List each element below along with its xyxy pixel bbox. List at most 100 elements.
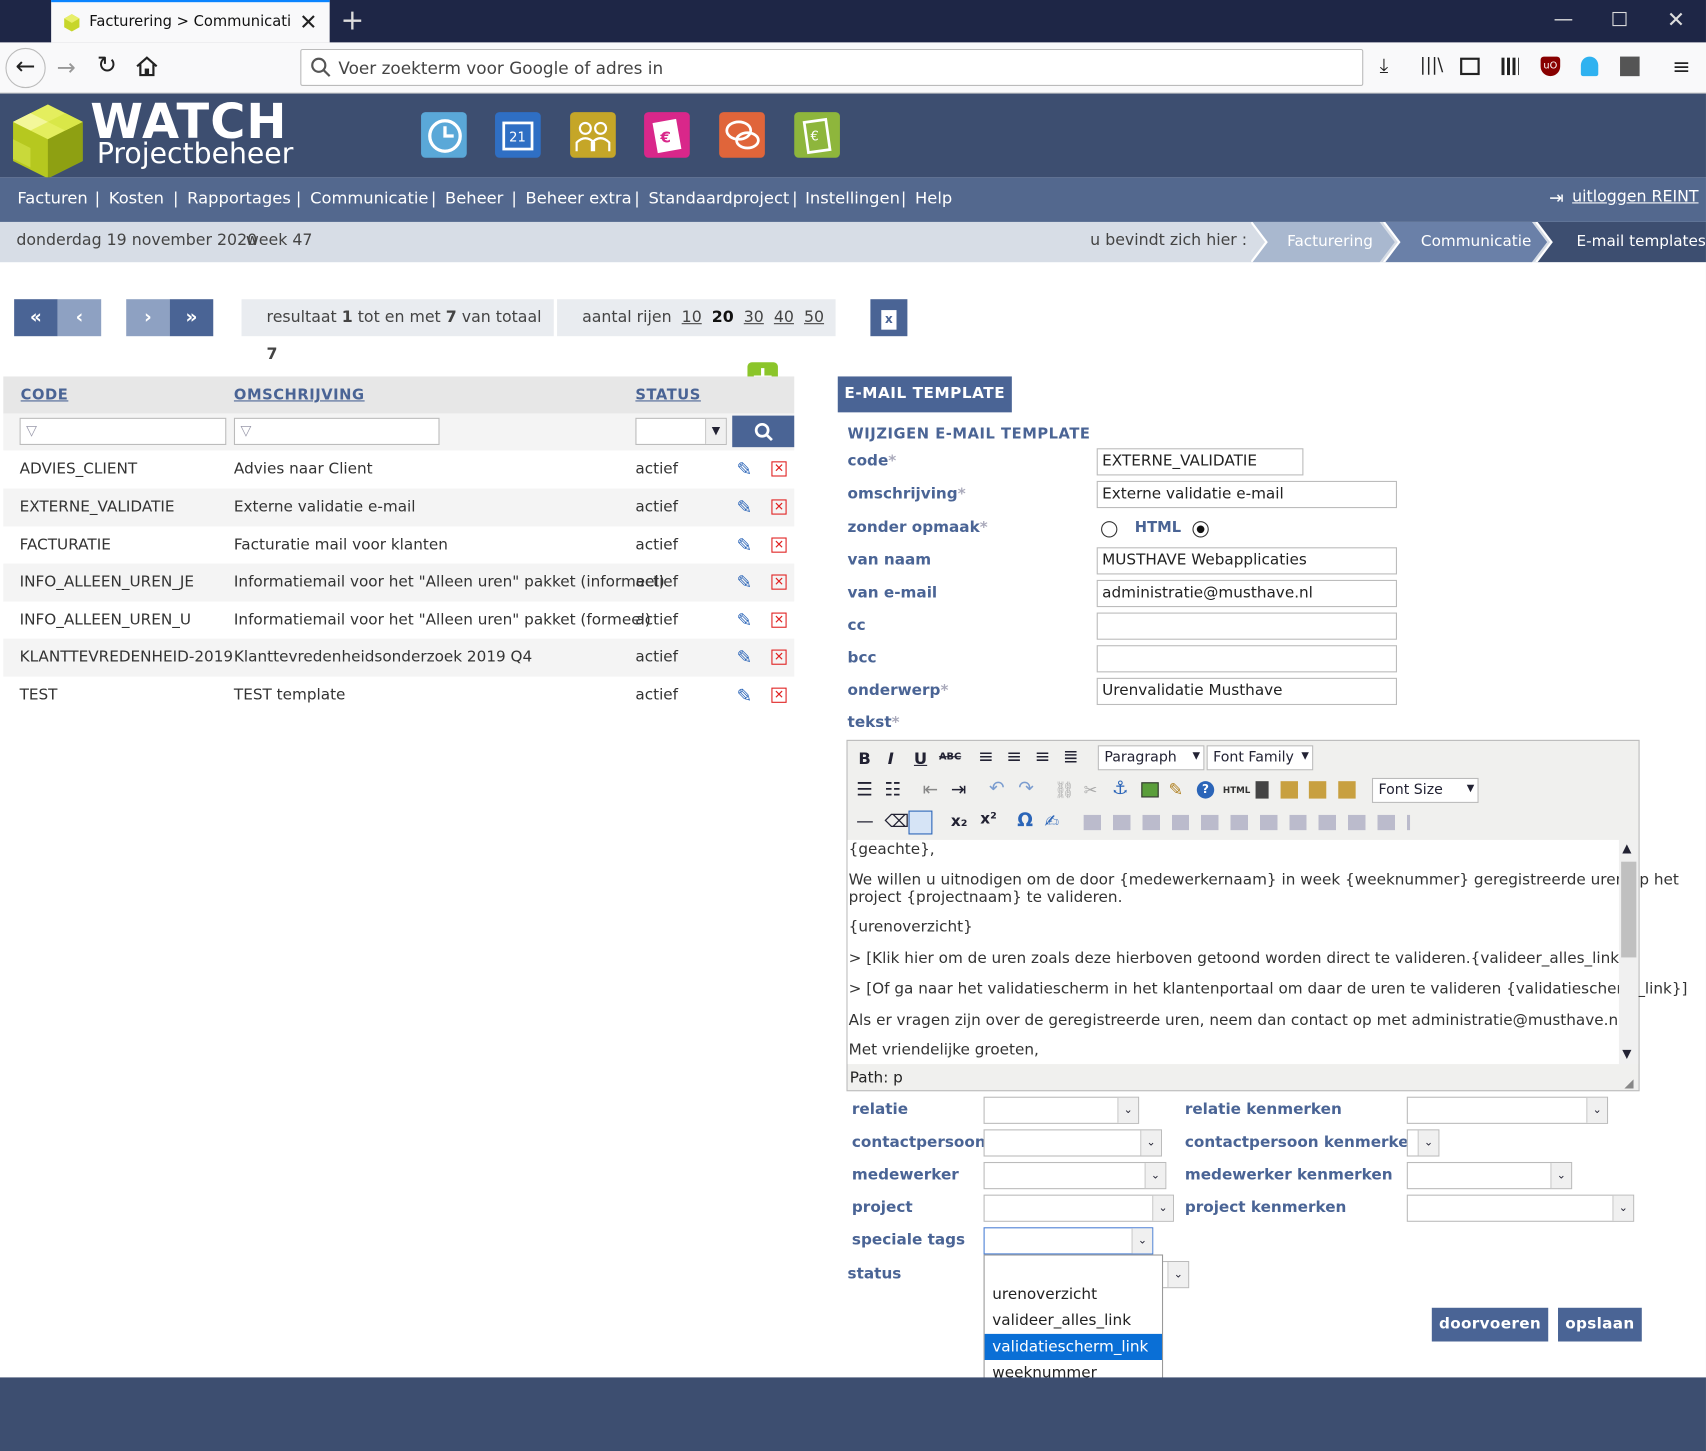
dropdown-option[interactable] — [985, 1256, 1162, 1282]
strikethrough-icon[interactable]: ABC — [939, 752, 961, 763]
edit-icon[interactable]: ✎ — [737, 648, 753, 670]
minimize-icon[interactable]: — — [1554, 8, 1574, 31]
search-button[interactable] — [732, 415, 795, 448]
edit-icon[interactable]: ✎ — [737, 685, 753, 707]
extension-icon[interactable] — [1620, 56, 1640, 77]
calendar-module-icon[interactable]: 21 — [495, 112, 541, 158]
ublock-icon[interactable]: uO — [1540, 56, 1561, 77]
description-filter-input[interactable]: ▽ — [233, 417, 440, 445]
window-close-icon[interactable]: ✕ — [1667, 7, 1685, 33]
table-row[interactable]: ADVIES_CLIENT Advies naar Client actief … — [3, 450, 795, 489]
library-icon[interactable]: |||\ — [1420, 54, 1443, 75]
paste-text-icon[interactable] — [1308, 781, 1327, 799]
italic-icon[interactable]: I — [888, 749, 894, 769]
media-icon[interactable] — [1255, 781, 1269, 799]
last-page-button[interactable]: » — [169, 299, 214, 337]
breadcrumb-item-communicatie[interactable]: Communicatie — [1421, 222, 1531, 262]
menu-item-beheer-extra[interactable]: Beheer extra — [526, 188, 632, 208]
breadcrumb-item-facturering[interactable]: Facturering — [1287, 222, 1373, 262]
plain-text-radio[interactable] — [1101, 521, 1118, 538]
back-icon[interactable]: ← — [5, 47, 46, 89]
paste-word-icon[interactable] — [1338, 781, 1356, 799]
rows-option-40[interactable]: 40 — [774, 309, 794, 326]
browser-tab[interactable]: Facturering > Communicatie > ✕ — [51, 0, 330, 43]
font-family-select[interactable]: Font Family ▼ — [1206, 745, 1314, 771]
ghostery-icon[interactable] — [1580, 56, 1599, 77]
indent-icon[interactable]: ⇥ — [951, 779, 967, 801]
underline-icon[interactable]: U — [914, 749, 927, 769]
dropdown-option[interactable]: valideer_alles_link — [985, 1308, 1162, 1334]
menu-item-beheer[interactable]: Beheer — [445, 188, 503, 208]
dropdown-option[interactable]: urenoverzicht — [985, 1282, 1162, 1308]
column-header-code[interactable]: CODE — [21, 386, 69, 403]
paste-icon[interactable] — [1280, 781, 1298, 799]
edit-icon[interactable]: ✎ — [737, 497, 753, 519]
code-input[interactable]: EXTERNE_VALIDATIE — [1096, 448, 1304, 476]
menu-item-help[interactable]: Help — [915, 188, 952, 208]
tab-close-icon[interactable]: ✕ — [299, 9, 317, 35]
menu-item-communicatie[interactable]: Communicatie — [310, 188, 428, 208]
logout-icon[interactable]: ⇥ — [1549, 187, 1564, 208]
html-source-icon[interactable]: HTML — [1223, 786, 1250, 796]
new-tab-icon[interactable]: + — [341, 4, 365, 37]
forward-icon[interactable]: → — [57, 54, 76, 80]
unlink-icon[interactable]: ✂ — [1084, 780, 1098, 800]
contactpersoon-kenmerken-select[interactable]: ⌄ — [1406, 1129, 1440, 1157]
delete-icon[interactable]: ✕ — [771, 574, 787, 590]
status-filter-select[interactable]: ▼ — [635, 417, 727, 445]
chat-module-icon[interactable] — [719, 112, 765, 158]
image-icon[interactable] — [1141, 782, 1159, 798]
menu-item-facturen[interactable]: Facturen — [17, 188, 87, 208]
sidebar-icon[interactable] — [1460, 57, 1480, 76]
rows-option-30[interactable]: 30 — [744, 309, 764, 326]
people-module-icon[interactable] — [570, 112, 616, 158]
align-center-icon[interactable]: ≡ — [1006, 746, 1022, 768]
rows-option-10[interactable]: 10 — [682, 309, 702, 326]
home-icon[interactable] — [135, 55, 159, 77]
edit-icon[interactable]: ✎ — [737, 610, 753, 632]
code-filter-input[interactable]: ▽ — [19, 417, 227, 445]
table-row[interactable]: KLANTTEVREDENHEID-2019 Klanttevredenheid… — [3, 639, 795, 677]
clock-module-icon[interactable] — [421, 112, 467, 158]
bcc-input[interactable] — [1096, 645, 1397, 673]
address-bar[interactable]: Voer zoekterm voor Google of adres in — [300, 48, 1364, 86]
reload-icon[interactable]: ↻ — [97, 52, 117, 79]
paragraph-select[interactable]: Paragraph ▼ — [1097, 745, 1205, 771]
excel-export-button[interactable]: x — [870, 299, 908, 337]
anchor-icon[interactable]: ⚓ — [1112, 778, 1129, 800]
resize-handle-icon[interactable]: ◢ — [1624, 1076, 1633, 1090]
redo-icon[interactable]: ↷ — [1018, 778, 1034, 800]
rows-option-50[interactable]: 50 — [804, 309, 824, 326]
costs-module-icon[interactable]: € — [794, 112, 840, 158]
remove-format-icon[interactable]: ⌫ — [885, 811, 910, 832]
delete-icon[interactable]: ✕ — [771, 687, 787, 703]
column-header-description[interactable]: OMSCHRIJVING — [234, 386, 365, 403]
table-row[interactable]: INFO_ALLEEN_UREN_JE Informatiemail voor … — [3, 563, 795, 602]
logout-link[interactable]: uitloggen REINT — [1572, 188, 1698, 205]
menu-item-instellingen[interactable]: Instellingen — [805, 188, 900, 208]
next-page-button[interactable]: › — [126, 299, 170, 337]
logo-cube-icon[interactable] — [7, 100, 90, 183]
omschrijving-input[interactable]: Externe validatie e-mail — [1096, 480, 1397, 509]
cleanup-icon[interactable]: ✎ — [1169, 779, 1184, 800]
bullet-list-icon[interactable]: ☰ — [856, 779, 873, 801]
undo-icon[interactable]: ↶ — [989, 778, 1005, 800]
prev-page-button[interactable]: ‹ — [57, 299, 102, 337]
align-left-icon[interactable]: ≡ — [978, 746, 994, 768]
project-select[interactable]: ⌄ — [983, 1194, 1174, 1222]
delete-icon[interactable]: ✕ — [771, 649, 787, 666]
dropdown-option-selected[interactable]: validatiescherm_link — [984, 1333, 1162, 1361]
medewerker-select[interactable]: ⌄ — [983, 1161, 1167, 1190]
maximize-icon[interactable] — [1612, 11, 1627, 27]
help-icon[interactable]: ? — [1196, 781, 1215, 799]
apply-button[interactable]: doorvoeren — [1431, 1307, 1549, 1342]
scroll-up-icon[interactable]: ▲ — [1622, 841, 1631, 855]
table-icon[interactable] — [908, 810, 933, 835]
edit-icon[interactable]: ✎ — [737, 535, 753, 557]
outdent-icon[interactable]: ⇤ — [923, 779, 939, 801]
menu-item-rapportages[interactable]: Rapportages — [187, 188, 291, 208]
contactpersoon-select[interactable]: ⌄ — [983, 1129, 1162, 1157]
rows-option-20[interactable]: 20 — [712, 309, 734, 326]
edit-icon[interactable]: ✎ — [737, 460, 753, 482]
scroll-thumb[interactable] — [1621, 861, 1637, 958]
